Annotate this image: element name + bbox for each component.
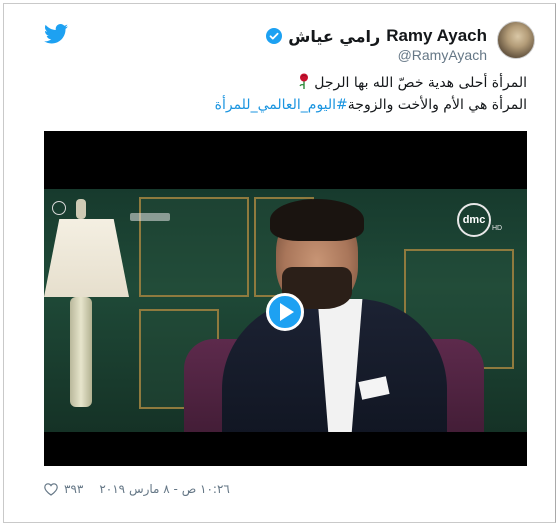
like-count[interactable]: ٣٩٣: [64, 482, 83, 496]
channel-hd-label: HD: [492, 225, 503, 232]
verified-badge-icon: [266, 28, 283, 44]
rose-emoji-icon: [299, 73, 308, 89]
channel-corner-icon: [52, 201, 66, 215]
author-name-row[interactable]: رامي عياش Ramy Ayach: [266, 24, 487, 48]
tweet-text-line-1: المرأة أحلى هدية خصّ الله بها الرجل: [47, 72, 527, 94]
tweet-footer: ٣٩٣ ١٠:٢٦ ص - ٨ مارس ٢٠١٩: [44, 480, 230, 498]
tweet-text: المرأة أحلى هدية خصّ الله بها الرجل المر…: [47, 72, 527, 116]
program-logo: [130, 213, 170, 221]
video-player[interactable]: dmc HD: [44, 131, 527, 466]
tweet-text-line-2: المرأة هي الأم والأخت والزوجة#اليوم_العا…: [47, 94, 527, 116]
tweet-timestamp[interactable]: ١٠:٢٦ ص - ٨ مارس ٢٠١٩: [99, 482, 230, 496]
play-button[interactable]: [266, 293, 304, 331]
channel-logo: dmc: [457, 203, 491, 237]
author-name-arabic[interactable]: رامي عياش: [288, 27, 380, 46]
heart-icon[interactable]: [44, 482, 58, 496]
embedded-tweet-card: رامي عياش Ramy Ayach @RamyAyach المرأة أ…: [3, 3, 556, 523]
play-icon: [280, 303, 294, 321]
hashtag-link[interactable]: #اليوم_العالمي_للمرأة: [215, 97, 348, 113]
twitter-bird-icon[interactable]: [44, 24, 68, 44]
tweet-text-line-1-content: المرأة أحلى هدية خصّ الله بها الرجل: [314, 75, 527, 91]
author-handle[interactable]: @RamyAyach: [398, 47, 487, 63]
author-avatar[interactable]: [497, 21, 535, 59]
author-name-latin[interactable]: Ramy Ayach: [386, 26, 487, 46]
tweet-text-line-2-content: المرأة هي الأم والأخت والزوجة: [347, 97, 527, 113]
